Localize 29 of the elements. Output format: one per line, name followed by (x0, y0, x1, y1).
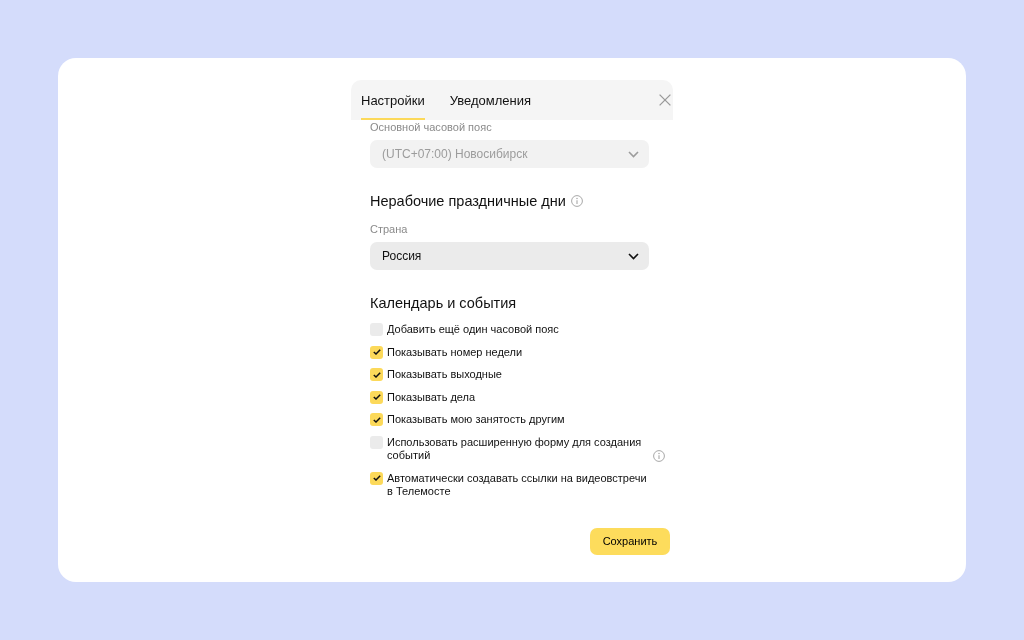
section-heading: Нерабочие праздничные дни (370, 192, 566, 211)
close-button[interactable] (659, 94, 671, 106)
checkbox-label: Добавить ещё один часовой пояс (387, 323, 559, 337)
checkbox-label: Автоматически создавать ссылки на видеовстречи в Телемосте (387, 471, 648, 499)
field-label: Основной часовой пояс (370, 120, 492, 134)
chevron-icon (628, 252, 639, 260)
country-dropdown[interactable]: Россия (370, 242, 649, 270)
checkbox-label: Показывать дела (387, 390, 476, 404)
check-icon (372, 394, 381, 400)
check-icon (372, 416, 381, 423)
check-icon (372, 371, 381, 378)
checkbox[interactable] (370, 413, 383, 426)
close-icon (659, 94, 671, 106)
checkbox[interactable] (370, 471, 383, 485)
section-heading: Календарь и события (370, 294, 517, 313)
checkbox[interactable] (370, 368, 383, 381)
save-button[interactable]: Сохранить (590, 527, 670, 555)
checkbox-label: Показывать номер недели (387, 345, 523, 359)
check-icon (372, 349, 381, 355)
check-icon (372, 475, 381, 481)
checkbox[interactable] (370, 345, 383, 359)
chevron-icon (628, 150, 639, 158)
checkbox[interactable] (370, 390, 383, 404)
checkbox-label: Показывать мою занятость другим (387, 413, 565, 427)
tab[interactable]: Уведомления (449, 80, 532, 120)
field-label: Страна (370, 222, 408, 236)
checkbox-label: Показывать выходные (387, 368, 502, 382)
checkbox-label: Использовать расширенную форму для создания событий (387, 435, 643, 463)
tab[interactable]: Настройки (361, 80, 425, 120)
